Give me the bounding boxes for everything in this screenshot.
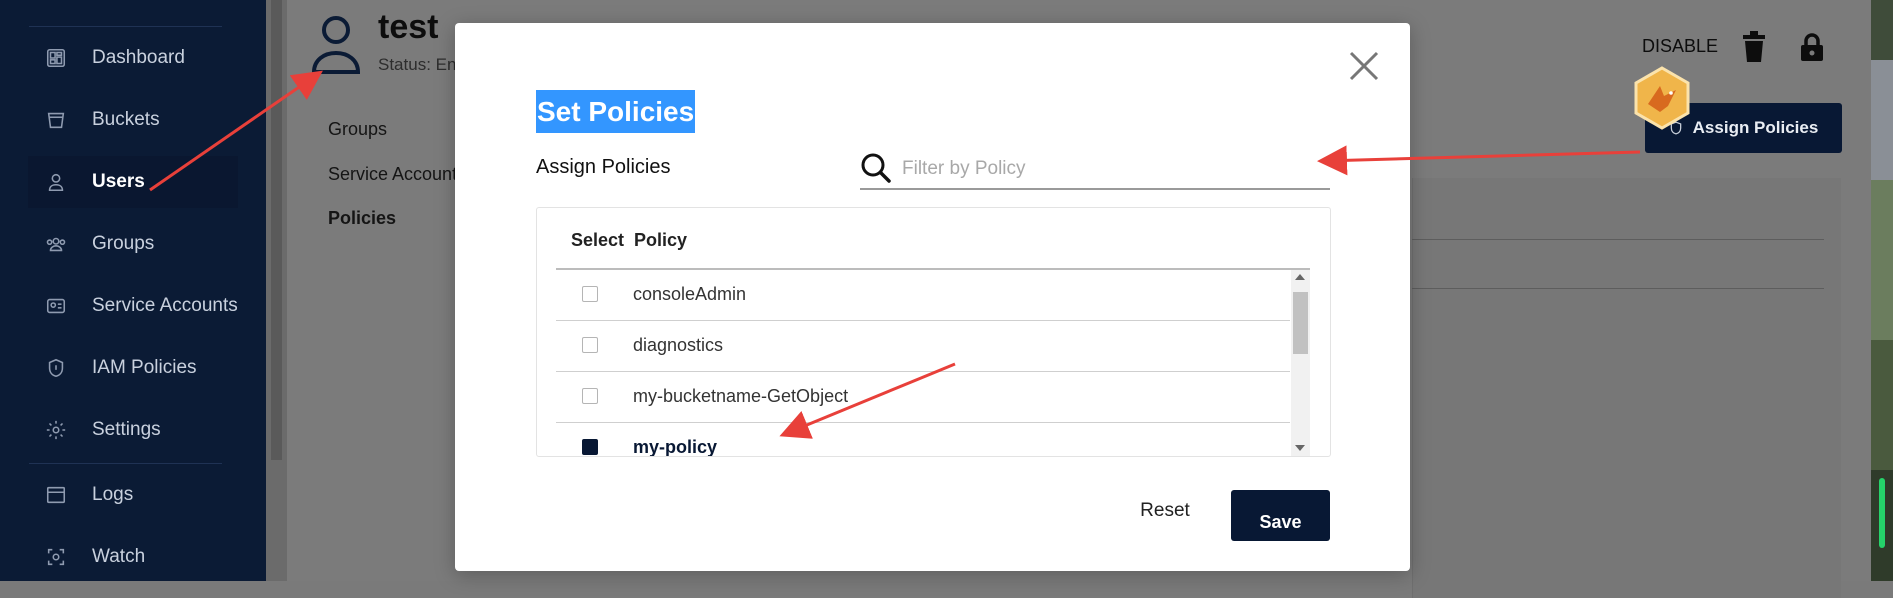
sidebar-item-iam-policies[interactable]: IAM Policies xyxy=(28,342,238,394)
reset-button[interactable]: Reset xyxy=(1130,496,1200,526)
panel-divider xyxy=(1412,288,1824,289)
user-icon xyxy=(44,170,68,194)
lock-icon[interactable] xyxy=(1799,32,1825,62)
tab-policies[interactable]: Policies xyxy=(328,208,396,229)
policies-table: Select Policy consoleAdmin diagnostics m… xyxy=(536,207,1331,457)
tab-service-accounts[interactable]: Service Accounts xyxy=(328,164,466,185)
user-avatar-icon xyxy=(311,16,361,74)
id-card-icon xyxy=(44,294,68,318)
sidebar-item-label: Service Accounts xyxy=(92,295,238,316)
sidebar-item-logs[interactable]: Logs xyxy=(28,469,238,521)
policies-list: consoleAdmin diagnostics my-bucketname-G… xyxy=(556,270,1290,456)
sidebar-item-watch[interactable]: Watch xyxy=(28,531,238,583)
save-button[interactable]: Save xyxy=(1231,490,1330,541)
column-header-select: Select xyxy=(571,230,625,250)
sidebar-item-label: Groups xyxy=(92,233,155,254)
table-row[interactable]: consoleAdmin xyxy=(556,270,1290,321)
sidebar-item-service-accounts[interactable]: Service Accounts xyxy=(28,280,238,332)
sidebar-item-label: Logs xyxy=(92,484,134,505)
table-row[interactable]: my-policy xyxy=(556,423,1290,456)
column-header-policy: Policy xyxy=(634,230,688,250)
policy-name: my-bucketname-GetObject xyxy=(633,386,849,406)
sidebar-item-groups[interactable]: Groups xyxy=(28,218,238,270)
gear-icon xyxy=(44,418,68,442)
policy-search xyxy=(860,150,1330,190)
scroll-thumb[interactable] xyxy=(1293,292,1308,354)
groups-icon xyxy=(44,232,68,256)
page-scroll-thumb[interactable] xyxy=(271,0,282,460)
sidebar-item-label: Dashboard xyxy=(92,47,185,68)
sidebar-divider xyxy=(29,26,222,27)
assign-policies-heading: Assign Policies xyxy=(536,156,671,178)
shield-icon xyxy=(44,356,68,380)
bird-logo-icon xyxy=(1634,66,1690,130)
bucket-icon xyxy=(44,108,68,132)
search-icon xyxy=(861,153,891,183)
policy-name: consoleAdmin xyxy=(633,284,747,304)
page-scroll-gutter xyxy=(266,0,287,581)
scroll-up-arrow-icon[interactable] xyxy=(1295,274,1305,280)
sidebar-item-settings[interactable]: Settings xyxy=(28,404,238,456)
sidebar-item-label: Users xyxy=(92,171,145,192)
policy-checkbox-checked[interactable] xyxy=(582,439,598,455)
dashboard-icon xyxy=(44,46,68,70)
sidebar-divider xyxy=(29,463,222,464)
table-scrollbar[interactable] xyxy=(1291,270,1310,456)
sidebar-item-dashboard[interactable]: Dashboard xyxy=(28,32,238,84)
desktop-edge xyxy=(1871,0,1893,581)
watch-icon xyxy=(44,545,68,569)
sidebar-item-label: Settings xyxy=(92,419,161,440)
tab-groups[interactable]: Groups xyxy=(328,119,387,140)
policy-checkbox[interactable] xyxy=(582,286,598,302)
sidebar-item-users[interactable]: Users xyxy=(28,156,238,208)
dialog-title: Set Policies xyxy=(536,90,696,133)
user-name: test xyxy=(378,8,439,46)
sidebar-item-label: IAM Policies xyxy=(92,357,197,378)
table-row[interactable]: my-bucketname-GetObject xyxy=(556,372,1290,423)
sidebar-item-label: Buckets xyxy=(92,109,160,130)
logs-icon xyxy=(44,483,68,507)
policy-name: diagnostics xyxy=(633,335,724,355)
policies-panel xyxy=(1412,178,1841,598)
policy-checkbox[interactable] xyxy=(582,337,598,353)
search-input[interactable] xyxy=(900,150,1324,188)
sidebar-item-buckets[interactable]: Buckets xyxy=(28,94,238,146)
policy-checkbox[interactable] xyxy=(582,388,598,404)
sidebar-item-label: Watch xyxy=(92,546,146,567)
policy-name: my-policy xyxy=(633,437,718,456)
table-row[interactable]: diagnostics xyxy=(556,321,1290,372)
panel-divider xyxy=(1412,239,1824,240)
sidebar: Dashboard Buckets Users Groups Service A… xyxy=(0,0,266,581)
disable-button[interactable]: DISABLE xyxy=(1642,36,1718,57)
close-icon[interactable] xyxy=(1348,50,1380,82)
assign-policies-label: Assign Policies xyxy=(1692,118,1819,137)
scroll-down-arrow-icon[interactable] xyxy=(1295,445,1305,451)
trash-icon[interactable] xyxy=(1741,31,1767,63)
user-status: Status: En xyxy=(378,55,457,74)
